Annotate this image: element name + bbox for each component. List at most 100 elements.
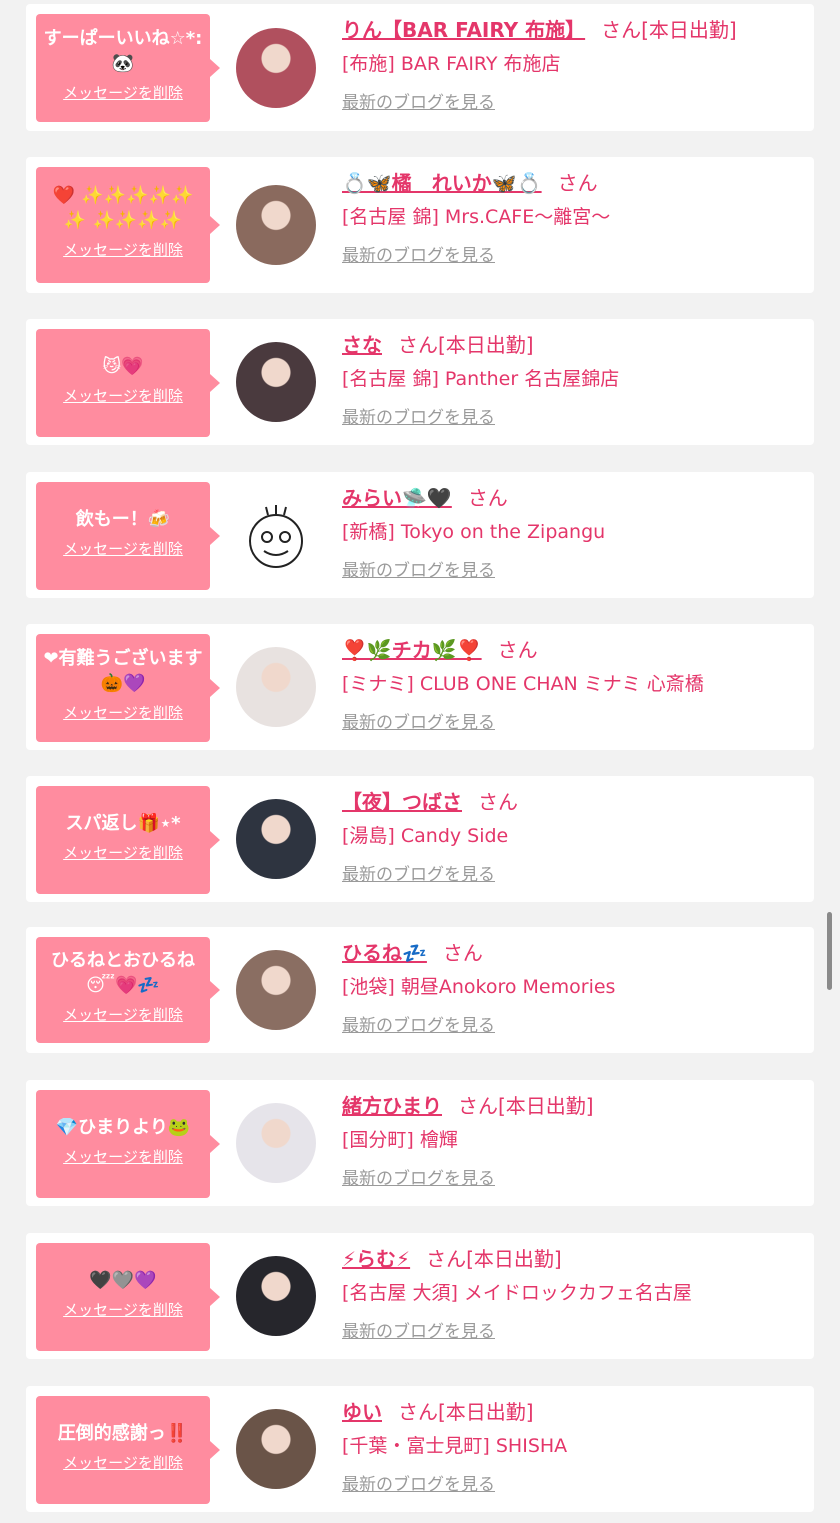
avatar[interactable] (236, 342, 316, 422)
profile-info: 【夜】つばさ さん [湯島] Candy Side 最新のブログを見る (342, 788, 802, 887)
shop-name: [ミナミ] CLUB ONE CHAN ミナミ 心斎橋 (342, 673, 704, 695)
favorites-list: すーぱーいいね☆*: 🐼 メッセージを削除 りん【BAR FAIRY 布施】 さん… (0, 0, 840, 1523)
latest-blog-link[interactable]: 最新のブログを見る (342, 863, 495, 887)
name-line: ❣️🌿チカ🌿❣️ さん (342, 636, 802, 664)
name-line: 緒方ひまり さん[本日出勤] (342, 1092, 802, 1120)
delete-message-link[interactable]: メッセージを削除 (36, 538, 210, 559)
message-bubble: 💎ひまりより🐸 メッセージを削除 (36, 1090, 220, 1198)
avatar[interactable] (236, 1409, 316, 1489)
favorite-card: すーぱーいいね☆*: 🐼 メッセージを削除 りん【BAR FAIRY 布施】 さん… (26, 4, 814, 131)
favorite-card: 圧倒的感謝っ‼️ メッセージを削除 ゆい さん[本日出勤] [千葉・富士見町] S… (26, 1386, 814, 1512)
name-suffix: さん (467, 486, 508, 510)
message-text: 飲もー！🍻 (75, 509, 171, 530)
profile-name-link[interactable]: 💍🦋橘 れいか🦋💍 (342, 171, 542, 195)
delete-message-link[interactable]: メッセージを削除 (36, 1146, 210, 1167)
shop-name: [布施] BAR FAIRY 布施店 (342, 53, 561, 75)
name-suffix: さん[本日出勤] (398, 333, 534, 357)
profile-name-link[interactable]: 緒方ひまり (342, 1094, 442, 1118)
profile-info: 💍🦋橘 れいか🦋💍 さん [名古屋 錦] Mrs.CAFE〜離宮〜 最新のブログを… (342, 169, 802, 268)
delete-message-link[interactable]: メッセージを削除 (36, 1299, 210, 1320)
profile-name-link[interactable]: ⚡らむ⚡ (342, 1247, 410, 1271)
name-line: みらい🛸🖤 さん (342, 484, 802, 512)
profile-name-link[interactable]: りん【BAR FAIRY 布施】 (342, 18, 585, 42)
favorite-card: 💎ひまりより🐸 メッセージを削除 緒方ひまり さん[本日出勤] [国分町] 檜輝 … (26, 1080, 814, 1206)
profile-info: ゆい さん[本日出勤] [千葉・富士見町] SHISHA 最新のブログを見る (342, 1398, 802, 1497)
message-text: ひるねとおひるね😴💗💤 (51, 950, 195, 996)
favorite-card: ひるねとおひるね😴💗💤 メッセージを削除 ひるね💤 さん [池袋] 朝昼Anoko… (26, 927, 814, 1053)
name-line: ひるね💤 さん (342, 939, 802, 967)
favorite-card: ❤️ ✨✨✨✨✨✨ ✨✨✨✨ メッセージを削除 💍🦋橘 れいか🦋💍 さん [名古屋… (26, 157, 814, 293)
name-line: りん【BAR FAIRY 布施】 さん[本日出勤] (342, 16, 802, 44)
favorite-card: 😼💗 メッセージを削除 さな さん[本日出勤] [名古屋 錦] Panther 名… (26, 319, 814, 445)
delete-message-link[interactable]: メッセージを削除 (36, 1004, 210, 1025)
avatar[interactable] (236, 1103, 316, 1183)
delete-message-link[interactable]: メッセージを削除 (36, 842, 210, 863)
profile-name-link[interactable]: 【夜】つばさ (342, 790, 462, 814)
profile-info: さな さん[本日出勤] [名古屋 錦] Panther 名古屋錦店 最新のブログを… (342, 331, 802, 430)
name-suffix: さん (497, 638, 538, 662)
latest-blog-link[interactable]: 最新のブログを見る (342, 1014, 495, 1038)
profile-info: みらい🛸🖤 さん [新橋] Tokyo on the Zipangu 最新のブログ… (342, 484, 802, 583)
name-suffix: さん[本日出勤] (398, 1400, 534, 1424)
profile-info: 緒方ひまり さん[本日出勤] [国分町] 檜輝 最新のブログを見る (342, 1092, 802, 1191)
latest-blog-link[interactable]: 最新のブログを見る (342, 1320, 495, 1344)
shop-name: [湯島] Candy Side (342, 825, 509, 847)
latest-blog-link[interactable]: 最新のブログを見る (342, 1473, 495, 1497)
favorite-card: 🖤🩶💜 メッセージを削除 ⚡らむ⚡ さん[本日出勤] [名古屋 大須] メイドロッ… (26, 1233, 814, 1359)
message-text: 圧倒的感謝っ‼️ (57, 1423, 189, 1444)
message-text: 🖤🩶💜 (89, 1270, 157, 1291)
message-bubble: すーぱーいいね☆*: 🐼 メッセージを削除 (36, 14, 220, 122)
profile-name-link[interactable]: ひるね💤 (342, 941, 427, 965)
profile-name-link[interactable]: さな (342, 333, 382, 357)
shop-name: [名古屋 錦] Panther 名古屋錦店 (342, 368, 620, 390)
name-suffix: さん[本日出勤] (458, 1094, 594, 1118)
message-text: すーぱーいいね☆*: 🐼 (43, 28, 203, 74)
shop-name: [名古屋 大須] メイドロックカフェ名古屋 (342, 1282, 692, 1304)
avatar[interactable] (236, 799, 316, 879)
shop-name: [千葉・富士見町] SHISHA (342, 1435, 568, 1457)
delete-message-link[interactable]: メッセージを削除 (36, 82, 210, 103)
avatar[interactable] (236, 647, 316, 727)
delete-message-link[interactable]: メッセージを削除 (36, 1452, 210, 1473)
name-line: ゆい さん[本日出勤] (342, 1398, 802, 1426)
avatar[interactable] (236, 950, 316, 1030)
name-suffix: さん (478, 790, 518, 814)
latest-blog-link[interactable]: 最新のブログを見る (342, 711, 495, 735)
avatar[interactable] (236, 1256, 316, 1336)
shop-name: [名古屋 錦] Mrs.CAFE〜離宮〜 (342, 206, 611, 228)
favorite-card: 飲もー！🍻 メッセージを削除 みらい🛸🖤 さん [新橋] Tokyo on the… (26, 472, 814, 598)
message-bubble: ❤有難うございます🎃💜 メッセージを削除 (36, 634, 220, 742)
message-bubble: ひるねとおひるね😴💗💤 メッセージを削除 (36, 937, 220, 1043)
message-text: 😼💗 (102, 356, 144, 377)
avatar[interactable] (236, 185, 316, 265)
message-text: 💎ひまりより🐸 (55, 1117, 191, 1138)
message-bubble: ❤️ ✨✨✨✨✨✨ ✨✨✨✨ メッセージを削除 (36, 167, 220, 283)
profile-name-link[interactable]: ゆい (342, 1400, 382, 1424)
shop-name: [池袋] 朝昼Anokoro Memories (342, 976, 616, 998)
latest-blog-link[interactable]: 最新のブログを見る (342, 559, 495, 583)
latest-blog-link[interactable]: 最新のブログを見る (342, 406, 495, 430)
delete-message-link[interactable]: メッセージを削除 (36, 239, 210, 260)
shop-name: [新橋] Tokyo on the Zipangu (342, 521, 606, 543)
name-suffix: さん[本日出勤] (601, 18, 737, 42)
message-text: スパ返し🎁⋆* (65, 813, 181, 834)
profile-name-link[interactable]: みらい🛸🖤 (342, 486, 452, 510)
delete-message-link[interactable]: メッセージを削除 (36, 702, 210, 723)
delete-message-link[interactable]: メッセージを削除 (36, 385, 210, 406)
profile-name-link[interactable]: ❣️🌿チカ🌿❣️ (342, 638, 482, 662)
avatar[interactable] (236, 28, 316, 108)
favorite-card: ❤有難うございます🎃💜 メッセージを削除 ❣️🌿チカ🌿❣️ さん [ミナミ] CL… (26, 624, 814, 750)
name-line: 【夜】つばさ さん (342, 788, 802, 816)
message-text: ❤️ ✨✨✨✨✨✨ ✨✨✨✨ (52, 185, 194, 231)
scrollbar[interactable] (827, 912, 832, 990)
name-suffix: さん (557, 171, 598, 195)
latest-blog-link[interactable]: 最新のブログを見る (342, 1167, 495, 1191)
latest-blog-link[interactable]: 最新のブログを見る (342, 91, 495, 115)
message-bubble: スパ返し🎁⋆* メッセージを削除 (36, 786, 220, 894)
message-bubble: 飲もー！🍻 メッセージを削除 (36, 482, 220, 590)
profile-info: ❣️🌿チカ🌿❣️ さん [ミナミ] CLUB ONE CHAN ミナミ 心斎橋 最… (342, 636, 802, 735)
avatar[interactable] (236, 495, 316, 575)
message-text: ❤有難うございます🎃💜 (43, 648, 203, 694)
favorite-card: スパ返し🎁⋆* メッセージを削除 【夜】つばさ さん [湯島] Candy Sid… (26, 776, 814, 902)
latest-blog-link[interactable]: 最新のブログを見る (342, 244, 495, 268)
